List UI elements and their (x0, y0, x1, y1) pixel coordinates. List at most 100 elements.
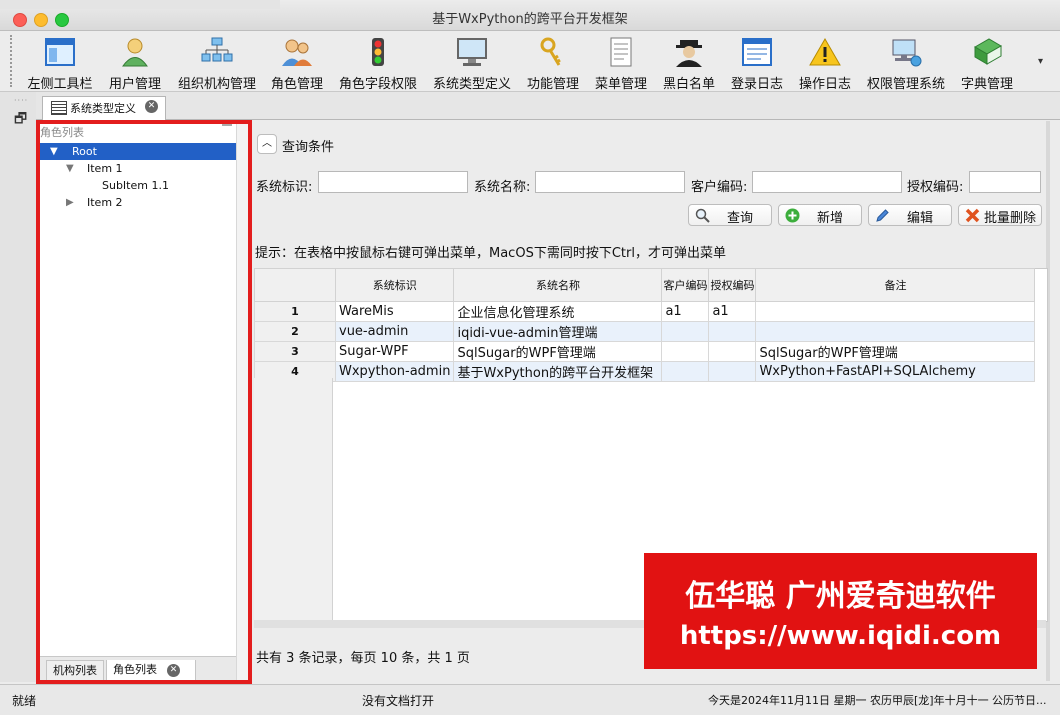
customer-code-label: 客户编码: (691, 180, 748, 195)
status-document: 没有文档打开 (362, 694, 435, 708)
toolbar-menu-management-button[interactable]: 菜单管理 (590, 33, 652, 92)
cell-system-id[interactable]: vue-admin (334, 321, 455, 342)
cell-customer-code[interactable] (661, 361, 710, 382)
edit-button[interactable]: 编辑 (868, 204, 952, 226)
cell-system-id[interactable]: Wxpython-admin (334, 361, 455, 382)
toolbar-org-management-button[interactable]: 组织机构管理 (174, 33, 260, 92)
highlight-box (36, 120, 252, 684)
auth-code-input[interactable] (969, 171, 1041, 193)
cell-auth-code[interactable]: a1 (708, 301, 757, 322)
traffic-light-icon (372, 38, 384, 66)
toolbar-label: 角色字段权限 (338, 77, 417, 92)
customer-code-input[interactable] (752, 171, 902, 193)
cell-system-name[interactable]: 企业信息化管理系统 (453, 301, 663, 322)
toolbar-label: 用户管理 (108, 77, 161, 92)
query-section-title: 查询条件 (282, 140, 335, 155)
tab-system-type-definition[interactable]: 系统类型定义 ✕ (42, 96, 166, 120)
toolbar-function-management-button[interactable]: 功能管理 (522, 33, 584, 92)
toolbar-system-type-button[interactable]: 系统类型定义 (428, 33, 516, 92)
toolbar-label: 权限管理系统 (866, 77, 945, 92)
toolbar-dictionary-button[interactable]: 字典管理 (956, 33, 1018, 92)
toolbar-black-white-list-button[interactable]: 黑白名单 (658, 33, 720, 92)
row-number[interactable]: 1 (254, 301, 336, 322)
corner-cell[interactable] (254, 268, 336, 302)
main-toolbar: 左侧工具栏 用户管理 组织机构管理 角色管理 角色字段权限 系统类型定义 功能管… (0, 31, 1060, 92)
system-id-input[interactable] (318, 171, 468, 193)
status-date: 今天是2024年11月11日 星期一 农历甲辰[龙]年十月十一 公历节日... (708, 694, 1047, 707)
cell-remark[interactable] (755, 321, 1036, 342)
toolbar-label: 系统类型定义 (432, 77, 511, 92)
toolbar-label: 组织机构管理 (177, 77, 256, 92)
row-number[interactable]: 3 (254, 341, 336, 362)
toolbar-label: 左侧工具栏 (27, 77, 93, 92)
collapse-query-button[interactable]: ︿ (257, 134, 277, 154)
toolbar-user-management-button[interactable]: 用户管理 (104, 33, 166, 92)
window-title: 基于WxPython的跨平台开发框架 (432, 12, 628, 27)
row-number[interactable]: 2 (254, 321, 336, 342)
column-header[interactable]: 备注 (755, 268, 1036, 302)
toolbar-left-panel-button[interactable]: 左侧工具栏 (22, 33, 98, 92)
row-header-column (254, 378, 333, 620)
toolbar-role-field-permission-button[interactable]: 角色字段权限 (336, 33, 420, 92)
search-button[interactable]: 查询 (688, 204, 772, 226)
table-header-row: 系统标识 系统名称 客户编码 授权编码 备注 (254, 268, 1036, 302)
add-button[interactable]: 新增 (778, 204, 862, 226)
watermark-line1: 伍华聪 广州爱奇迪软件 (685, 579, 996, 614)
toolbar-label: 操作日志 (798, 77, 851, 92)
cell-customer-code[interactable] (661, 321, 710, 342)
cell-system-id[interactable]: WareMis (334, 301, 455, 322)
table-row[interactable]: 3 Sugar-WPF SqlSugar的WPF管理端 SqlSugar的WPF… (254, 341, 1036, 362)
table-row[interactable]: 1 WareMis 企业信息化管理系统 a1 a1 (254, 301, 1036, 322)
cell-remark[interactable] (755, 301, 1036, 322)
cell-auth-code[interactable] (708, 361, 757, 382)
column-header[interactable]: 系统名称 (453, 268, 663, 302)
users-group-icon (282, 39, 312, 66)
search-icon (695, 208, 710, 223)
pager-text: 共有 3 条记录，每页 10 条，共 1 页 (256, 651, 470, 666)
cell-auth-code[interactable] (708, 321, 757, 342)
toolbar-login-log-button[interactable]: 登录日志 (726, 33, 788, 92)
table-row[interactable]: 4 Wxpython-admin 基于WxPython的跨平台开发框架 WxPy… (254, 361, 1036, 382)
window-layout-icon (45, 38, 75, 66)
cell-auth-code[interactable] (708, 341, 757, 362)
status-bar: 就绪 没有文档打开 今天是2024年11月11日 星期一 农历甲辰[龙]年十月十… (0, 684, 1060, 715)
cell-remark[interactable]: WxPython+FastAPI+SQLAlchemy (755, 361, 1036, 382)
status-ready: 就绪 (12, 694, 37, 708)
system-name-label: 系统名称: (474, 180, 531, 195)
cell-system-id[interactable]: Sugar-WPF (334, 341, 455, 362)
table-row[interactable]: 2 vue-admin iqidi-vue-admin管理端 (254, 321, 1036, 342)
restore-windows-icon[interactable]: 🗗 (14, 108, 27, 132)
column-header[interactable]: 授权编码 (708, 268, 757, 302)
toolbar-operation-log-button[interactable]: 操作日志 (794, 33, 856, 92)
toolbar-overflow-icon[interactable]: ▾ (1038, 56, 1043, 67)
toolbar-label: 菜单管理 (594, 77, 647, 92)
toolbar-permission-system-button[interactable]: 权限管理系统 (862, 33, 950, 92)
left-dock-strip: ···· 🗗 (0, 92, 37, 682)
toolbar-label: 角色管理 (270, 77, 323, 92)
dock-grip[interactable]: ···· (14, 96, 28, 105)
title-bar: 基于WxPython的跨平台开发框架 (0, 0, 1060, 31)
toolbar-role-management-button[interactable]: 角色管理 (266, 33, 328, 92)
network-computer-icon (892, 39, 922, 67)
system-id-label: 系统标识: (256, 180, 313, 195)
button-label: 批量删除 (983, 211, 1036, 226)
cell-remark[interactable]: SqlSugar的WPF管理端 (755, 341, 1036, 362)
cell-system-name[interactable]: 基于WxPython的跨平台开发框架 (453, 361, 663, 382)
system-name-input[interactable] (535, 171, 685, 193)
toolbar-grip[interactable] (10, 35, 15, 87)
pencil-icon (876, 209, 889, 222)
menu-document-icon (610, 37, 632, 67)
watermark-line2: https://www.iqidi.com (679, 621, 1002, 651)
keys-icon (540, 37, 561, 66)
batch-delete-button[interactable]: 批量删除 (958, 204, 1042, 226)
tab-label: 系统类型定义 (70, 102, 136, 115)
cell-customer-code[interactable] (661, 341, 710, 362)
cell-system-name[interactable]: SqlSugar的WPF管理端 (453, 341, 663, 362)
cell-customer-code[interactable]: a1 (661, 301, 710, 322)
cell-system-name[interactable]: iqidi-vue-admin管理端 (453, 321, 663, 342)
column-header[interactable]: 客户编码 (661, 268, 710, 302)
column-header[interactable]: 系统标识 (334, 268, 455, 302)
add-icon (785, 208, 800, 223)
tab-close-icon[interactable]: ✕ (145, 100, 158, 113)
chevron-up-icon: ︿ (262, 138, 272, 149)
